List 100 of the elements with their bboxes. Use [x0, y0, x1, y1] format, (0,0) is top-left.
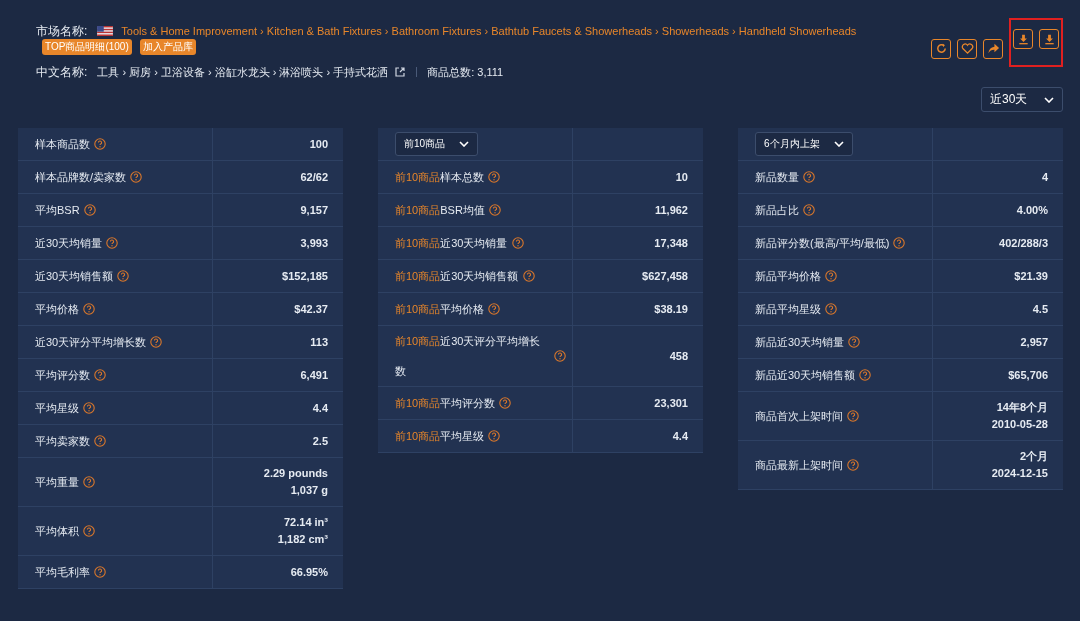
metric-value: $65,706	[1008, 367, 1048, 383]
metric-label: 前10商品平均星级	[395, 429, 485, 444]
metric-label: 新品平均星级	[755, 302, 821, 317]
chinese-breadcrumb: 工具 › 厨房 › 卫浴设备 › 浴缸水龙头 › 淋浴喷头 › 手持式花洒	[97, 64, 389, 80]
chinese-name-label: 中文名称:	[36, 63, 88, 81]
metric-label: 前10商品BSR均值	[395, 203, 485, 218]
help-icon[interactable]	[94, 138, 106, 150]
help-icon[interactable]	[94, 369, 106, 381]
metric-value: 9,157	[300, 202, 328, 218]
help-icon[interactable]	[522, 270, 535, 282]
period-dropdown[interactable]: 近30天	[981, 87, 1063, 112]
help-icon[interactable]	[825, 270, 837, 282]
metric-value: 10	[675, 169, 688, 185]
total-count: 商品总数: 3,111	[427, 64, 504, 80]
metric-label: 近30天评分平均增长数	[35, 335, 147, 350]
metric-label: 平均卖家数	[35, 434, 90, 449]
metric-value: 3,993	[300, 235, 328, 251]
metric-label: 平均体积	[35, 524, 79, 539]
filter-dropdown[interactable]: 前10商品	[395, 132, 479, 156]
help-icon[interactable]	[511, 237, 524, 249]
metric-value: 458	[669, 348, 688, 364]
metric-label: 商品最新上架时间	[755, 458, 843, 473]
help-icon[interactable]	[117, 270, 130, 282]
metric-label: 平均BSR	[35, 203, 80, 218]
metric-value: $38.19	[654, 301, 688, 317]
metric-value: $627,458	[642, 268, 688, 284]
filter-dropdown[interactable]: 6个月内上架	[755, 132, 853, 156]
metric-value: 62/62	[300, 169, 328, 185]
metric-value: 6,491	[300, 367, 328, 383]
metric-value: 4	[1041, 169, 1048, 185]
metric-value: 23,301	[654, 395, 688, 411]
help-icon[interactable]	[83, 204, 96, 216]
metric-value: 2,957	[1020, 334, 1048, 350]
metric-value: 66.95%	[290, 564, 328, 580]
metric-label: 平均毛利率	[35, 565, 90, 580]
download-button[interactable]	[1013, 29, 1033, 49]
help-icon[interactable]	[488, 430, 501, 442]
metric-value: 100	[309, 136, 328, 152]
help-icon[interactable]	[803, 204, 815, 216]
metric-label: 新品占比	[755, 203, 799, 218]
metric-value: 2个月 2024-12-15	[991, 449, 1048, 481]
metric-value: 402/288/3	[999, 235, 1048, 251]
metric-label: 新品平均价格	[755, 269, 821, 284]
heart-button[interactable]	[957, 38, 977, 59]
help-icon[interactable]	[83, 303, 95, 315]
metric-value: 4.4	[672, 428, 688, 444]
help-icon[interactable]	[499, 397, 512, 409]
help-icon[interactable]	[847, 459, 859, 471]
metric-value: 2.5	[312, 433, 328, 449]
help-icon[interactable]	[150, 336, 163, 348]
share-button[interactable]	[983, 38, 1003, 59]
download-icon	[1042, 32, 1056, 46]
help-icon[interactable]	[488, 171, 501, 183]
download-icon	[1016, 32, 1030, 46]
metric-label: 近30天均销量	[35, 236, 103, 251]
help-icon[interactable]	[130, 171, 143, 183]
download-button[interactable]	[1039, 29, 1059, 49]
metric-label: 商品首次上架时间	[755, 409, 843, 424]
share-arrow-icon	[986, 42, 1000, 55]
help-icon[interactable]	[847, 410, 859, 422]
share-icon[interactable]	[394, 66, 407, 78]
metric-value: 2.29 pounds 1,037 g	[263, 466, 328, 498]
metric-value: 17,348	[654, 235, 688, 251]
metric-value: $42.37	[294, 301, 328, 317]
help-icon[interactable]	[488, 303, 501, 315]
help-icon[interactable]	[859, 369, 872, 381]
metric-label: 样本商品数	[35, 137, 90, 152]
help-icon[interactable]	[83, 476, 95, 488]
chevron-down-icon	[833, 141, 844, 147]
help-icon[interactable]	[94, 566, 106, 578]
refresh-button[interactable]	[931, 38, 951, 59]
metric-label: 前10商品近30天均销售额	[395, 269, 519, 284]
metric-label: 平均评分数	[35, 368, 90, 383]
metric-value: 11,962	[654, 202, 688, 218]
metric-label: 前10商品近30天评分平均增长数	[395, 334, 542, 379]
metric-value: $21.39	[1014, 268, 1048, 284]
help-icon[interactable]	[893, 237, 906, 249]
help-icon[interactable]	[83, 402, 95, 414]
help-icon[interactable]	[106, 237, 119, 249]
category-breadcrumb[interactable]: Tools & Home Improvement › Kitchen & Bath Fixtures › Bathroom Fixtures › Bathtub Faucets & Showerheads › Showerheads › Handheld Showerheads	[121, 25, 857, 37]
help-icon[interactable]	[488, 204, 501, 216]
help-icon[interactable]	[848, 336, 861, 348]
metric-label: 近30天均销售额	[35, 269, 114, 284]
help-icon[interactable]	[825, 303, 837, 315]
metric-label: 新品评分数(最高/平均/最低)	[755, 236, 890, 251]
help-icon[interactable]	[83, 525, 95, 537]
refresh-icon	[934, 42, 948, 55]
help-icon[interactable]	[803, 171, 815, 183]
metric-value: 4.00%	[1016, 202, 1048, 218]
metric-value: 4.5	[1032, 301, 1048, 317]
metric-label: 平均价格	[35, 302, 79, 317]
help-icon[interactable]	[94, 435, 106, 447]
help-icon[interactable]	[554, 350, 566, 362]
chevron-down-icon	[1044, 96, 1054, 103]
metric-label: 新品数量	[755, 170, 799, 185]
market-label: 市场名称:	[36, 22, 88, 40]
heart-icon	[960, 42, 974, 55]
flag-icon	[97, 26, 114, 36]
metric-label: 新品近30天均销量	[755, 335, 845, 350]
metric-value: $152,185	[282, 268, 328, 284]
